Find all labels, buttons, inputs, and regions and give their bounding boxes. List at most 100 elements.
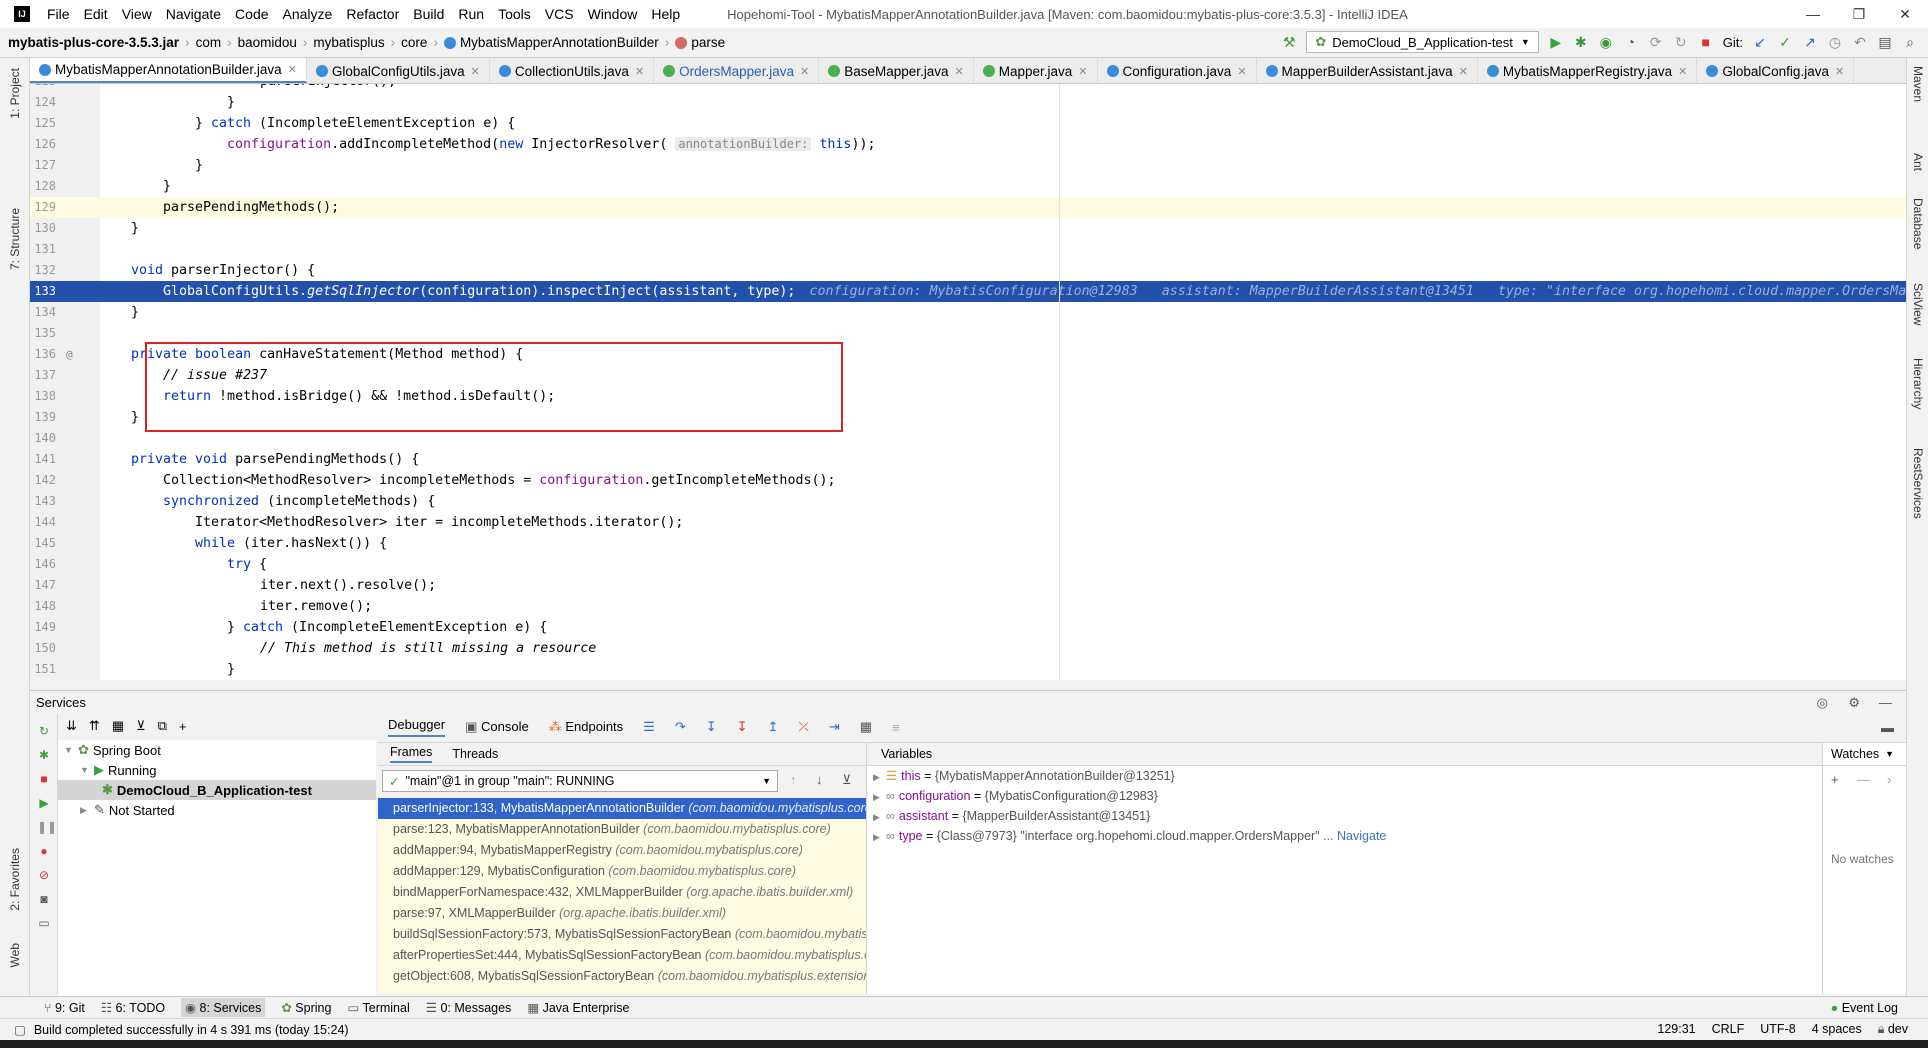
- override-marker-icon[interactable]: @: [66, 344, 73, 365]
- new-tab-icon[interactable]: ⧉: [158, 718, 167, 734]
- breadcrumb-class[interactable]: MybatisMapperAnnotationBuilder: [460, 35, 659, 50]
- frame-row[interactable]: getObject:608, MybatisSqlSessionFactoryB…: [378, 966, 866, 987]
- tree-node-app[interactable]: ✱ DemoCloud_B_Application-test: [58, 780, 376, 800]
- file-encoding[interactable]: UTF-8: [1760, 1022, 1795, 1037]
- menu-code[interactable]: Code: [228, 6, 275, 22]
- pause-icon[interactable]: ❚❚: [37, 820, 57, 834]
- tool-tab-java-enterprise[interactable]: ▦ Java Enterprise: [527, 1000, 629, 1015]
- variable-row[interactable]: ▶ ∞ assistant = {MapperBuilderAssistant@13…: [867, 806, 1822, 826]
- tab-ordersmapper[interactable]: OrdersMapper.java ✕: [654, 58, 820, 83]
- step-out-icon[interactable]: ↥: [768, 719, 779, 735]
- frame-row[interactable]: afterPropertiesSet:444, MybatisSqlSessio…: [378, 945, 866, 966]
- close-tab-icon[interactable]: ✕: [1459, 65, 1468, 78]
- database-tool-button[interactable]: Database: [1911, 198, 1925, 249]
- breadcrumb-baomidou[interactable]: baomidou: [238, 35, 297, 50]
- expand-icon[interactable]: ▼: [80, 765, 90, 775]
- mute-breakpoints-icon[interactable]: ⊘: [37, 868, 51, 882]
- menu-help[interactable]: Help: [644, 6, 687, 22]
- menu-navigate[interactable]: Navigate: [159, 6, 228, 22]
- camera-icon[interactable]: ◙: [37, 892, 51, 906]
- expand-all-icon[interactable]: ⇊: [66, 718, 77, 734]
- drop-frame-icon[interactable]: ⤫: [798, 719, 808, 735]
- maximize-button[interactable]: ❐: [1836, 0, 1882, 28]
- tab-configuration[interactable]: Configuration.java ✕: [1098, 58, 1257, 83]
- close-tab-icon[interactable]: ✕: [471, 65, 480, 78]
- profile-icon[interactable]: ◔: [1623, 34, 1639, 50]
- hierarchy-tool-button[interactable]: Hierarchy: [1911, 358, 1925, 409]
- tab-frames[interactable]: Frames: [390, 745, 433, 763]
- rerun-icon[interactable]: ↻: [37, 724, 51, 738]
- menu-analyze[interactable]: Analyze: [276, 6, 340, 22]
- expand-icon[interactable]: ▶: [873, 832, 880, 842]
- menu-build[interactable]: Build: [406, 6, 451, 22]
- project-structure-icon[interactable]: ▤: [1877, 34, 1893, 50]
- force-step-into-icon[interactable]: ↧: [737, 719, 748, 735]
- tab-console[interactable]: ▣ Console: [465, 719, 529, 735]
- rerun-icon[interactable]: ↻: [1673, 34, 1689, 50]
- globe-icon[interactable]: ◎: [1817, 695, 1828, 711]
- breadcrumb-method[interactable]: parse: [691, 35, 725, 50]
- expand-icon[interactable]: ▼: [64, 745, 74, 755]
- layout-icon[interactable]: ▭: [37, 916, 51, 930]
- close-tab-icon[interactable]: ✕: [1835, 65, 1844, 78]
- tool-tab-messages[interactable]: ☰ 0: Messages: [426, 1000, 512, 1015]
- tab-globalconfig[interactable]: GlobalConfig.java ✕: [1697, 58, 1855, 83]
- tab-mapper[interactable]: Mapper.java ✕: [974, 58, 1098, 83]
- layout-settings-icon[interactable]: ▬: [1881, 720, 1894, 735]
- web-tool-button[interactable]: Web: [8, 943, 22, 967]
- chevron-down-icon[interactable]: ▼: [1885, 749, 1894, 759]
- build-hammer-icon[interactable]: ⚒: [1281, 34, 1297, 50]
- step-into-icon[interactable]: ↧: [706, 719, 717, 735]
- group-icon[interactable]: ▦: [112, 718, 124, 734]
- remove-watch-icon[interactable]: —: [1857, 772, 1870, 787]
- menu-window[interactable]: Window: [581, 6, 645, 22]
- breadcrumb-com[interactable]: com: [196, 35, 222, 50]
- tool-tab-services[interactable]: ◉ 8: Services: [181, 998, 266, 1017]
- ant-tool-button[interactable]: Ant: [1911, 153, 1925, 171]
- frame-row[interactable]: addMapper:129, MybatisConfiguration (com…: [378, 861, 866, 882]
- tab-endpoints[interactable]: ⁂ Endpoints: [549, 719, 623, 735]
- close-button[interactable]: ✕: [1882, 0, 1928, 28]
- frame-row[interactable]: addMapper:94, MybatisMapperRegistry (com…: [378, 840, 866, 861]
- indent-setting[interactable]: 4 spaces: [1812, 1022, 1862, 1037]
- stop-icon[interactable]: ■: [37, 772, 51, 786]
- previous-frame-icon[interactable]: ↑: [790, 772, 797, 787]
- menu-view[interactable]: View: [115, 6, 159, 22]
- frame-row[interactable]: parse:97, XMLMapperBuilder (org.apache.i…: [378, 903, 866, 924]
- git-update-icon[interactable]: ↙: [1752, 34, 1768, 50]
- close-tab-icon[interactable]: ✕: [635, 65, 644, 78]
- favorites-tool-button[interactable]: 2: Favorites: [8, 848, 22, 911]
- rollback-icon[interactable]: ↶: [1852, 34, 1868, 50]
- variable-row[interactable]: ▶ ∞ type = {Class@7973} "interface org.hop…: [867, 826, 1822, 846]
- add-watch-icon[interactable]: +: [1831, 772, 1839, 787]
- tab-debugger[interactable]: Debugger: [388, 717, 446, 737]
- frame-row[interactable]: parse:123, MybatisMapperAnnotationBuilde…: [378, 819, 866, 840]
- menu-refactor[interactable]: Refactor: [339, 6, 406, 22]
- close-tab-icon[interactable]: ✕: [955, 65, 964, 78]
- expand-icon[interactable]: ▶: [80, 805, 90, 816]
- git-history-icon[interactable]: ◷: [1827, 34, 1843, 50]
- tab-collectionutils[interactable]: CollectionUtils.java ✕: [490, 58, 655, 83]
- maven-tool-button[interactable]: Maven: [1911, 66, 1925, 102]
- evaluate-icon[interactable]: ▦: [860, 719, 872, 735]
- breadcrumb-core[interactable]: core: [401, 35, 427, 50]
- expand-icon[interactable]: ▶: [873, 792, 880, 802]
- variable-row[interactable]: ▶ ∞ configuration = {MybatisConfiguration@…: [867, 786, 1822, 806]
- variable-row[interactable]: ▶ ☰ this = {MybatisMapperAnnotationBuilder…: [867, 766, 1822, 786]
- attach-icon[interactable]: ⟳: [1648, 34, 1664, 50]
- debug-icon[interactable]: ✱: [37, 748, 51, 762]
- tree-node-spring-boot[interactable]: ▼ ✿ Spring Boot: [58, 740, 376, 760]
- event-log-button[interactable]: ● Event Log: [1831, 1001, 1898, 1015]
- menu-file[interactable]: File: [40, 6, 77, 22]
- coverage-icon[interactable]: ◉: [1598, 34, 1614, 50]
- step-over-icon[interactable]: ↷: [675, 719, 686, 735]
- tab-mapperbuilderassistant[interactable]: MapperBuilderAssistant.java ✕: [1257, 58, 1478, 83]
- expand-icon[interactable]: ▶: [873, 772, 880, 782]
- expand-icon[interactable]: ▶: [873, 812, 880, 822]
- restservices-tool-button[interactable]: RestServices: [1911, 448, 1925, 519]
- minimize-button[interactable]: —: [1790, 0, 1836, 28]
- frame-row[interactable]: buildSqlSessionFactory:573, MybatisSqlSe…: [378, 924, 866, 945]
- tab-globalconfigutils[interactable]: GlobalConfigUtils.java ✕: [307, 58, 490, 83]
- add-service-icon[interactable]: +: [179, 719, 187, 734]
- thread-select[interactable]: ✓ "main"@1 in group "main": RUNNING ▼: [382, 770, 778, 792]
